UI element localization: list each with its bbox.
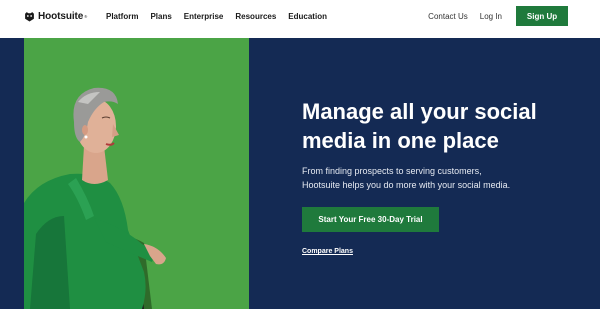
nav-item-enterprise[interactable]: Enterprise <box>184 12 224 21</box>
hero-subtext-line2: Hootsuite helps you do more with your so… <box>302 180 511 191</box>
hero-subtext-line1: From finding prospects to serving custom… <box>302 166 482 177</box>
brand-logo[interactable]: Hootsuite ® <box>24 11 87 22</box>
nav-item-plans[interactable]: Plans <box>150 12 171 21</box>
top-navbar: Hootsuite ® Platform Plans Enterprise Res… <box>0 0 600 38</box>
compare-plans-link[interactable]: Compare Plans <box>302 248 353 255</box>
start-free-trial-button[interactable]: Start Your Free 30-Day Trial <box>302 207 439 233</box>
hero-headline-line1: Manage all your social <box>302 99 537 124</box>
contact-us-link[interactable]: Contact Us <box>428 12 468 21</box>
hero-headline-line2: media in one place <box>302 127 499 153</box>
registered-mark: ® <box>84 14 88 19</box>
hero-content: Manage all your social media in one plac… <box>302 98 572 258</box>
hero-headline: Manage all your social media in one plac… <box>302 98 572 155</box>
nav-item-resources[interactable]: Resources <box>235 12 276 21</box>
owl-icon <box>25 12 34 22</box>
hero-photo <box>24 38 249 309</box>
secondary-nav: Contact Us Log In Sign Up <box>428 6 568 26</box>
woman-portrait-illustration <box>24 38 249 309</box>
log-in-link[interactable]: Log In <box>480 12 502 21</box>
nav-item-education[interactable]: Education <box>288 12 327 21</box>
brand-name: Hootsuite <box>38 11 84 22</box>
sign-up-button[interactable]: Sign Up <box>516 6 568 26</box>
primary-nav: Platform Plans Enterprise Resources Educ… <box>106 12 327 21</box>
nav-item-platform[interactable]: Platform <box>106 12 138 21</box>
hero-subtext: From finding prospects to serving custom… <box>302 165 572 193</box>
